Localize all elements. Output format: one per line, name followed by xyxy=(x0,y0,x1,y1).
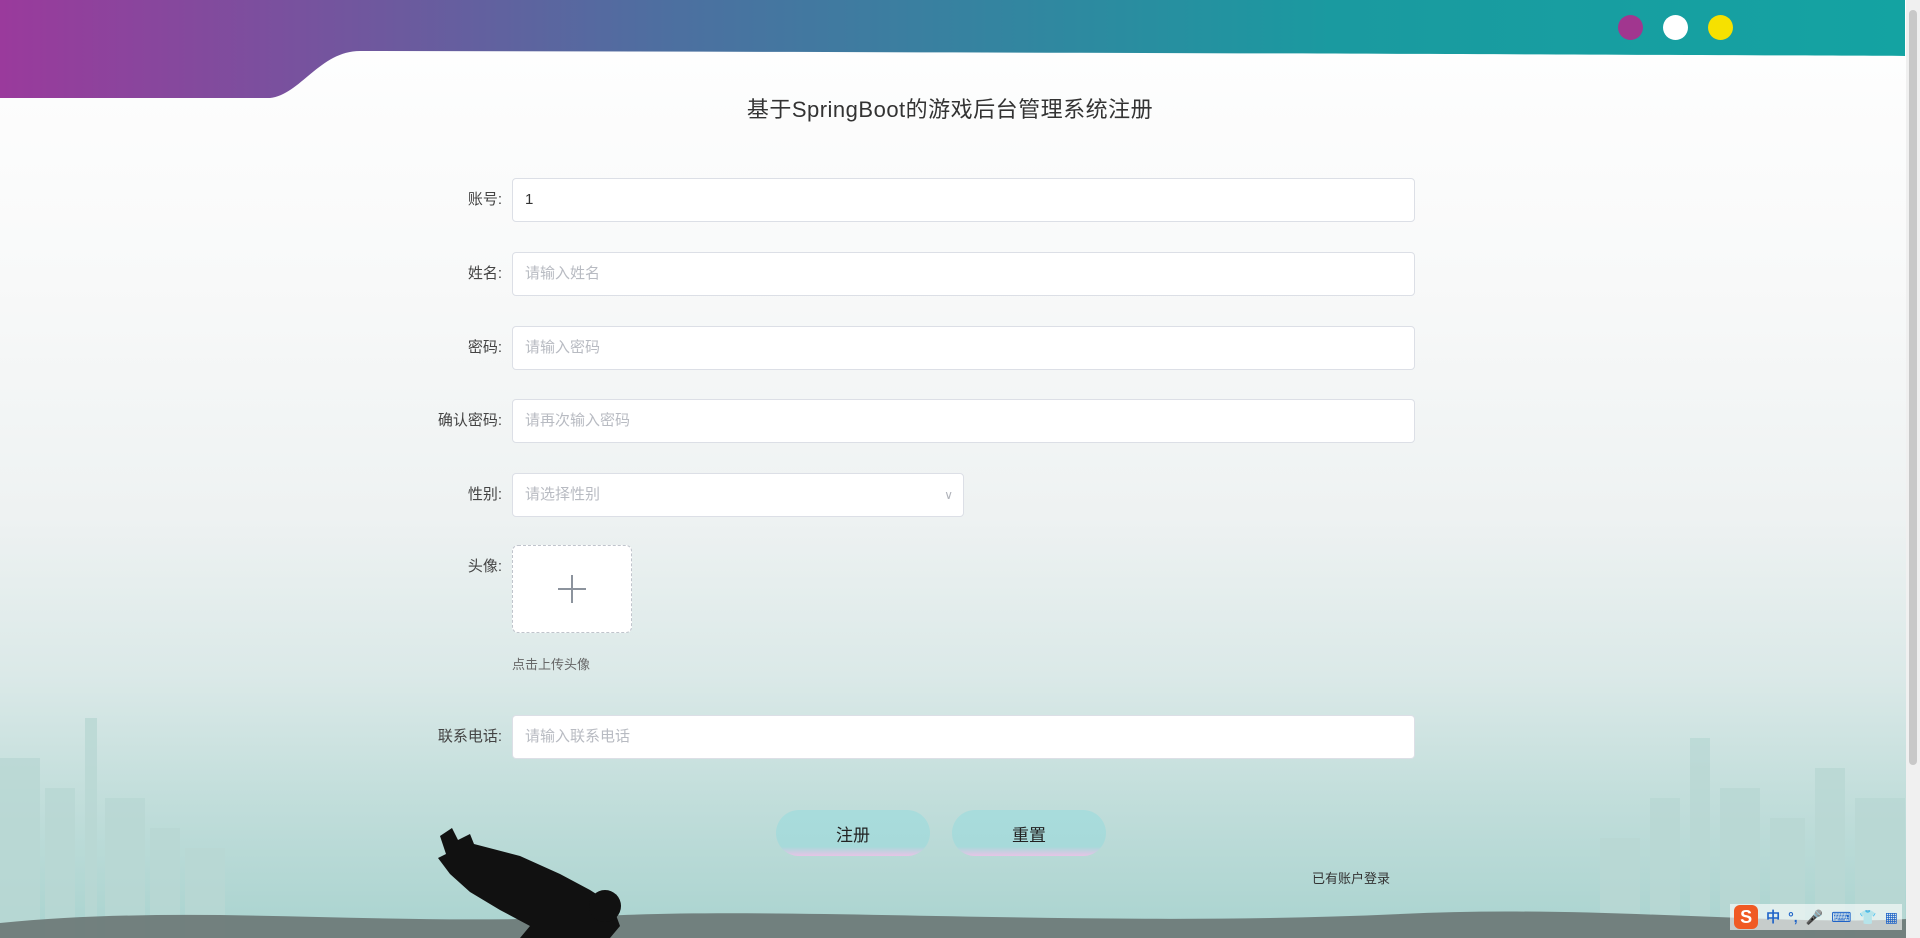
gender-select-placeholder: 请选择性别 xyxy=(525,486,601,503)
register-button[interactable]: 注册 xyxy=(776,810,930,856)
phone-label: 联系电话: xyxy=(437,728,502,745)
white-dot xyxy=(1663,15,1688,40)
avatar-upload[interactable] xyxy=(512,545,632,633)
sogou-ime-logo-icon[interactable]: S xyxy=(1734,905,1759,929)
keyboard-icon[interactable]: ⌨ xyxy=(1831,909,1851,926)
ime-mode-indicator[interactable]: 中 xyxy=(1766,907,1780,927)
phone-input[interactable] xyxy=(512,715,1415,759)
register-page: 基于SpringBoot的游戏后台管理系统注册 账号: 姓 xyxy=(0,0,1920,938)
microphone-icon[interactable]: 🎤 xyxy=(1806,909,1823,926)
grid-icon[interactable]: ▦ xyxy=(1885,909,1898,926)
yellow-dot xyxy=(1708,15,1733,40)
page-scrollbar[interactable] xyxy=(1906,0,1920,938)
password-row: 密码: xyxy=(400,326,1415,370)
gender-row: 性别: 请选择性别 ∨ xyxy=(400,473,1400,517)
confirm-password-label: 确认密码: xyxy=(437,412,502,429)
ime-tray: S 中 °, 🎤 ⌨ 👕 ▦ xyxy=(1730,904,1902,930)
punctuation-indicator[interactable]: °, xyxy=(1788,909,1798,925)
reset-button[interactable]: 重置 xyxy=(952,810,1106,856)
plus-icon-vertical xyxy=(571,575,573,603)
name-row: 姓名: xyxy=(400,252,1415,296)
confirm-password-row: 确认密码: xyxy=(400,399,1415,443)
password-label: 密码: xyxy=(467,339,502,356)
avatar-label: 头像: xyxy=(467,558,502,575)
gender-select[interactable]: 请选择性别 ∨ xyxy=(512,473,964,517)
gender-label: 性别: xyxy=(467,486,502,503)
login-link[interactable]: 已有账户登录 xyxy=(1312,868,1390,887)
account-label: 账号: xyxy=(467,191,502,208)
avatar-row: 头像: xyxy=(400,545,1400,635)
confirm-password-input[interactable] xyxy=(512,399,1415,443)
account-row: 账号: xyxy=(400,178,1415,222)
name-label: 姓名: xyxy=(467,265,502,282)
avatar-upload-tip: 点击上传头像 xyxy=(512,657,591,672)
scrollbar-thumb[interactable] xyxy=(1909,10,1917,765)
shirt-icon[interactable]: 👕 xyxy=(1859,909,1876,926)
chevron-down-icon: ∨ xyxy=(944,488,953,502)
phone-row: 联系电话: xyxy=(400,715,1415,759)
account-input[interactable] xyxy=(512,178,1415,222)
password-input[interactable] xyxy=(512,326,1415,370)
name-input[interactable] xyxy=(512,252,1415,296)
purple-dot xyxy=(1618,15,1643,40)
page-title: 基于SpringBoot的游戏后台管理系统注册 xyxy=(746,97,1154,122)
